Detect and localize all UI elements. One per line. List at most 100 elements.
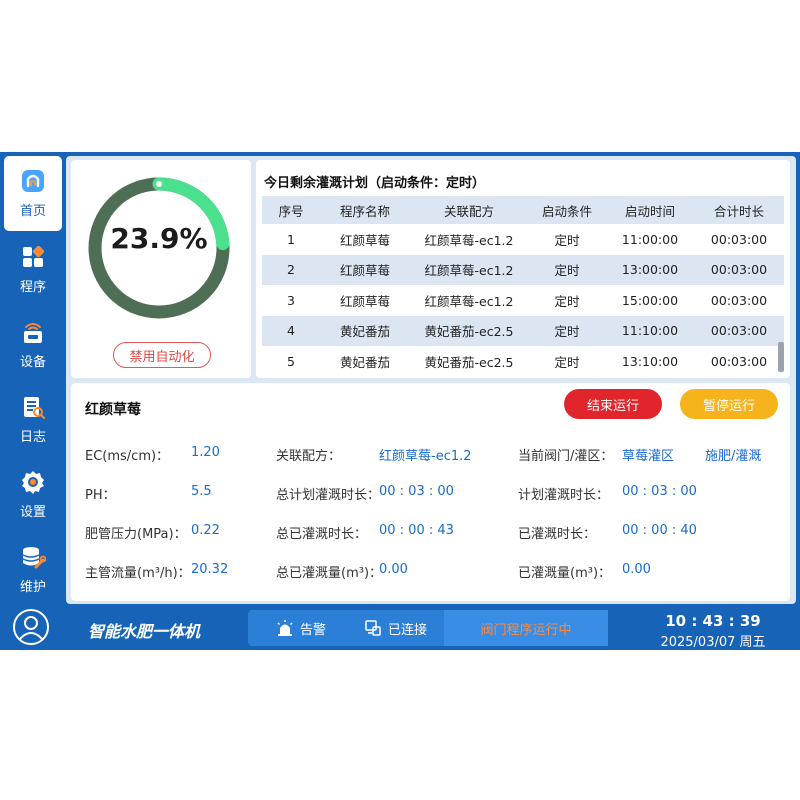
recipe-value: 红颜草莓-ec1.2 (379, 449, 472, 464)
sidebar-item-device[interactable]: 设备 (4, 307, 62, 382)
table-row[interactable]: 2 红颜草莓 红颜草莓-ec1.2 定时 13:00:00 00:03:00 (262, 254, 784, 285)
ec-label: EC(ms/cm)： (85, 449, 170, 464)
table-cell: 红颜草莓-ec1.2 (424, 232, 514, 248)
alarm-icon (277, 620, 293, 636)
plan-title: 今日剩余灌溉计划（启动条件：定时） (264, 176, 486, 191)
table-scrollbar[interactable] (778, 342, 784, 372)
stop-run-button[interactable]: 结束运行 (564, 389, 662, 419)
brand-title: 智能水肥一体机 (88, 622, 201, 641)
sidebar-item-label: 程序 (19, 280, 46, 295)
table-cell: 定时 (554, 293, 580, 309)
table-cell: 黄妃番茄-ec2.5 (424, 354, 514, 370)
table-row[interactable]: 4 黄妃番茄 黄妃番茄-ec2.5 定时 11:10:00 00:03:00 (262, 315, 784, 346)
sidebar-item-label: 首页 (19, 204, 46, 219)
bottom-status-bar: 智能水肥一体机 告警 已连接 阀门程序运行中 10: 43: 39 2025… (0, 604, 800, 650)
sidebar-item-log[interactable]: 日志 (4, 382, 62, 457)
program-title: 红颜草莓 (85, 402, 141, 418)
clock-time: 10 : 43 : 39 (665, 612, 761, 630)
table-cell: 红颜草莓-ec1.2 (424, 293, 514, 309)
plan-duration-label: 计划灌溉时长： (518, 488, 610, 503)
pressure-value: 0.22 (191, 523, 220, 538)
table-cell: 红颜草莓-ec1.2 (410, 254, 528, 285)
sidebar: 首页 程序 设备 日志 设置 维护 (4, 154, 62, 604)
progress-ring-dot (156, 181, 162, 187)
total-done-duration-value: 00 : 00 : 43 (379, 523, 454, 538)
program-detail-panel: 红颜草莓 结束运行 暂停运行 EC(ms/cm)： 1.20 PH： 5.5 肥… (71, 383, 790, 601)
total-volume-label: 总已灌溉量(m³)： (276, 566, 383, 581)
table-cell: 红颜草莓 (339, 293, 390, 309)
column-header: 启动时间 (606, 196, 694, 224)
alarm-status[interactable]: 告警 (276, 610, 326, 646)
table-cell: 3 (287, 292, 295, 308)
program-icon (23, 245, 45, 267)
column-header: 启动条件 (528, 196, 606, 224)
clock-date: 2025/03/07 周五 (660, 635, 766, 650)
ph-value: 5.5 (191, 484, 212, 499)
run-status: 阀门程序运行中 (444, 610, 608, 646)
sidebar-item-label: 设置 (19, 505, 46, 520)
recipe-label: 关联配方： (276, 449, 342, 464)
valve-zone-value: 草莓灌区 (622, 449, 675, 464)
table-cell: 5 (287, 353, 295, 369)
table-header-row: 序号 程序名称 关联配方 启动条件 启动时间 合计时长 (262, 196, 784, 224)
plan-duration-value: 00 : 03 : 00 (622, 484, 697, 499)
table-cell: 黄妃番茄 (320, 315, 410, 346)
table-cell: 00:03:00 (710, 292, 768, 308)
ec-value: 1.20 (191, 445, 220, 460)
sidebar-item-program[interactable]: 程序 (4, 232, 62, 307)
run-status-text: 阀门程序运行中 (480, 622, 572, 638)
table-row[interactable]: 5 黄妃番茄 黄妃番茄-ec2.5 定时 13:10:00 00:03:00 (262, 346, 784, 377)
log-icon (24, 397, 45, 419)
total-volume-value: 0.00 (379, 562, 408, 577)
user-avatar-icon[interactable] (12, 608, 50, 646)
home-icon (22, 170, 44, 192)
table-cell: 红颜草莓 (339, 232, 390, 248)
table-cell: 红颜草莓 (320, 254, 410, 285)
table-cell: 00:03:00 (710, 353, 768, 369)
disable-automation-button[interactable]: 禁用自动化 (113, 342, 211, 368)
connection-label: 已连接 (388, 622, 428, 638)
alarm-label: 告警 (300, 622, 327, 638)
column-header: 程序名称 (320, 196, 410, 224)
pressure-label: 肥管压力(MPa)： (85, 527, 187, 542)
table-cell: 00:03:00 (694, 254, 784, 285)
settings-icon (22, 471, 44, 494)
volume-value: 0.00 (622, 562, 651, 577)
sidebar-item-label: 维护 (19, 580, 46, 595)
done-duration-value: 00 : 00 : 40 (622, 523, 697, 538)
ph-label: PH： (85, 488, 116, 503)
connection-status: 已连接 (364, 610, 427, 646)
table-cell: 定时 (554, 232, 580, 248)
irrigation-plan-panel: 今日剩余灌溉计划（启动条件：定时） 序号 程序名称 关联配方 启动条件 启动时间… (256, 160, 790, 378)
table-cell: 黄妃番茄-ec2.5 (410, 315, 528, 346)
progress-percent: 23.9% (110, 222, 208, 255)
table-cell: 11:00:00 (621, 231, 679, 247)
done-duration-label: 已灌溉时长： (518, 527, 597, 542)
plan-table: 序号 程序名称 关联配方 启动条件 启动时间 合计时长 1 红颜草莓 红颜草莓-… (262, 196, 784, 377)
sidebar-item-settings[interactable]: 设置 (4, 457, 62, 532)
table-row[interactable]: 3 红颜草莓 红颜草莓-ec1.2 定时 15:00:00 00:03:00 (262, 285, 784, 316)
sidebar-item-home[interactable]: 首页 (4, 156, 62, 231)
column-header: 序号 (262, 196, 320, 224)
main-content: 23.9% 禁用自动化 今日剩余灌溉计划（启动条件：定时） 序号 程序名称 关联… (66, 156, 796, 604)
volume-label: 已灌溉量(m³)： (518, 566, 612, 581)
status-strip: 告警 已连接 阀门程序运行中 (248, 610, 608, 646)
column-header: 合计时长 (694, 196, 784, 224)
valve-zone-label: 当前阀门/灌区： (518, 449, 614, 464)
progress-panel: 23.9% 禁用自动化 (71, 160, 251, 378)
table-cell: 00:03:00 (694, 315, 784, 346)
table-cell: 定时 (528, 254, 606, 285)
app-window: 首页 程序 设备 日志 设置 维护 23.9% 禁用自动化 今日剩余灌溉计划（启… (0, 152, 800, 650)
flow-value: 20.32 (191, 562, 229, 577)
pause-run-button[interactable]: 暂停运行 (680, 389, 778, 419)
table-row[interactable]: 1 红颜草莓 红颜草莓-ec1.2 定时 11:00:00 00:03:00 (262, 224, 784, 255)
table-cell: 13:10:00 (621, 353, 679, 369)
sidebar-item-label: 日志 (19, 430, 46, 445)
sidebar-item-maintenance[interactable]: 维护 (4, 532, 62, 607)
table-cell: 4 (262, 315, 320, 346)
device-icon (24, 323, 42, 343)
table-cell: 黄妃番茄 (339, 354, 390, 370)
table-cell: 定时 (528, 315, 606, 346)
table-cell: 定时 (554, 354, 580, 370)
table-cell: 11:10:00 (606, 315, 694, 346)
